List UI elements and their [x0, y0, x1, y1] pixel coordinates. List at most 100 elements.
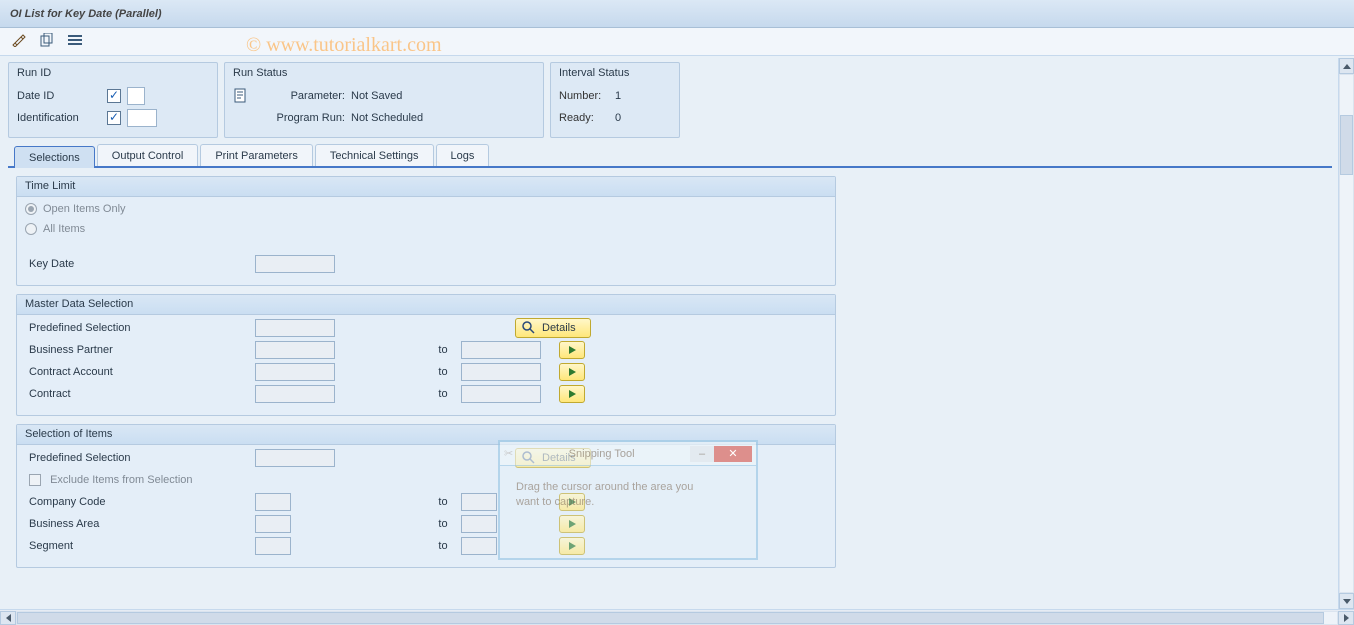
group-selection-items: Selection of Items Predefined Selection — [16, 424, 836, 568]
radio-all-items — [25, 223, 37, 235]
triangle-right-icon — [1344, 614, 1349, 622]
app-toolbar — [0, 28, 1354, 56]
predefined-selection-input[interactable] — [255, 319, 335, 337]
group-time-limit: Time Limit Open Items Only All Items Key… — [16, 176, 836, 286]
to-label: to — [425, 344, 461, 356]
to-label: to — [425, 518, 461, 530]
date-id-label: Date ID — [17, 90, 97, 102]
tab-output-control[interactable]: Output Control — [97, 144, 199, 166]
business-area-to[interactable] — [461, 515, 497, 533]
details-label: Details — [542, 322, 576, 334]
multiple-selection-button[interactable] — [559, 341, 585, 359]
program-run-label: Program Run: — [255, 112, 345, 124]
key-date-label: Key Date — [25, 258, 255, 270]
details-button-items[interactable]: Details — [515, 448, 591, 468]
group-master-data-title: Master Data Selection — [17, 295, 835, 315]
layout-button[interactable] — [64, 32, 86, 52]
business-partner-to[interactable] — [461, 341, 541, 359]
pencil-double-icon — [11, 33, 27, 50]
segment-from[interactable] — [255, 537, 291, 555]
tab-selections[interactable]: Selections — [14, 146, 95, 168]
multiple-selection-button[interactable] — [559, 385, 585, 403]
hscroll-thumb[interactable] — [17, 612, 1324, 624]
predefined-selection-items-label: Predefined Selection — [25, 452, 255, 464]
magnifier-icon — [522, 321, 536, 335]
body-scroll-area[interactable]: Run ID Date ID Identification Run Status — [0, 56, 1354, 609]
magnifier-icon — [522, 451, 536, 465]
key-date-input[interactable] — [255, 255, 335, 273]
copy-icon — [40, 33, 54, 50]
arrow-right-icon — [569, 368, 576, 376]
ready-value: 0 — [615, 112, 621, 124]
document-icon — [233, 88, 249, 104]
check-icon — [107, 111, 121, 125]
edit-button[interactable] — [8, 32, 30, 52]
number-value: 1 — [615, 90, 621, 102]
panel-run-id: Run ID Date ID Identification — [8, 62, 218, 138]
multiple-selection-button[interactable] — [559, 363, 585, 381]
to-label: to — [425, 366, 461, 378]
identification-label: Identification — [17, 112, 97, 124]
business-area-from[interactable] — [255, 515, 291, 533]
vscroll-thumb[interactable] — [1340, 115, 1353, 175]
business-partner-from[interactable] — [255, 341, 335, 359]
tab-print-parameters[interactable]: Print Parameters — [200, 144, 313, 166]
multiple-selection-button[interactable] — [559, 537, 585, 555]
arrow-right-icon — [569, 498, 576, 506]
arrow-right-icon — [569, 542, 576, 550]
segment-to[interactable] — [461, 537, 497, 555]
contract-from[interactable] — [255, 385, 335, 403]
scroll-up-button[interactable] — [1339, 58, 1354, 74]
business-area-label: Business Area — [25, 518, 255, 530]
business-partner-label: Business Partner — [25, 344, 255, 356]
program-run-value: Not Scheduled — [351, 112, 423, 124]
check-icon — [107, 89, 121, 103]
to-label: to — [425, 496, 461, 508]
copy-button[interactable] — [36, 32, 58, 52]
number-label: Number: — [559, 90, 609, 102]
multiple-selection-button[interactable] — [559, 493, 585, 511]
radio-open-items-only — [25, 203, 37, 215]
identification-input[interactable] — [127, 109, 157, 127]
window-title: OI List for Key Date (Parallel) — [10, 8, 162, 20]
triangle-up-icon — [1343, 64, 1351, 69]
hscroll-track[interactable] — [16, 611, 1338, 625]
contract-to[interactable] — [461, 385, 541, 403]
multiple-selection-button[interactable] — [559, 515, 585, 533]
ready-label: Ready: — [559, 112, 609, 124]
parameter-label: Parameter: — [255, 90, 345, 102]
tab-technical-settings[interactable]: Technical Settings — [315, 144, 434, 166]
panel-run-status: Run Status Parameter: Not Saved Program … — [224, 62, 544, 138]
panel-run-status-title: Run Status — [233, 67, 535, 79]
arrow-right-icon — [569, 520, 576, 528]
layout-icon — [68, 33, 82, 50]
to-label: to — [425, 388, 461, 400]
open-items-only-label: Open Items Only — [43, 203, 126, 215]
group-selection-items-title: Selection of Items — [17, 425, 835, 445]
contract-account-from[interactable] — [255, 363, 335, 381]
company-code-label: Company Code — [25, 496, 255, 508]
predefined-selection-label: Predefined Selection — [25, 322, 255, 334]
segment-label: Segment — [25, 540, 255, 552]
vscroll-track[interactable] — [1339, 74, 1354, 593]
to-label: to — [425, 540, 461, 552]
company-code-from[interactable] — [255, 493, 291, 511]
tabstrip: Selections Output Control Print Paramete… — [8, 144, 1332, 168]
checkbox-disabled-icon — [29, 474, 41, 486]
predefined-selection-items-input[interactable] — [255, 449, 335, 467]
arrow-right-icon — [569, 390, 576, 398]
horizontal-scrollbar[interactable] — [0, 609, 1354, 625]
exclude-items-label: Exclude Items from Selection — [25, 474, 255, 486]
scroll-left-button[interactable] — [0, 611, 16, 625]
scroll-right-button[interactable] — [1338, 611, 1354, 625]
date-id-input[interactable] — [127, 87, 145, 105]
vertical-scrollbar[interactable] — [1338, 58, 1354, 609]
company-code-to[interactable] — [461, 493, 497, 511]
details-label: Details — [542, 452, 576, 464]
panel-interval-status-title: Interval Status — [559, 67, 671, 79]
arrow-right-icon — [569, 346, 576, 354]
contract-account-to[interactable] — [461, 363, 541, 381]
tab-logs[interactable]: Logs — [436, 144, 490, 166]
details-button-master[interactable]: Details — [515, 318, 591, 338]
scroll-down-button[interactable] — [1339, 593, 1354, 609]
